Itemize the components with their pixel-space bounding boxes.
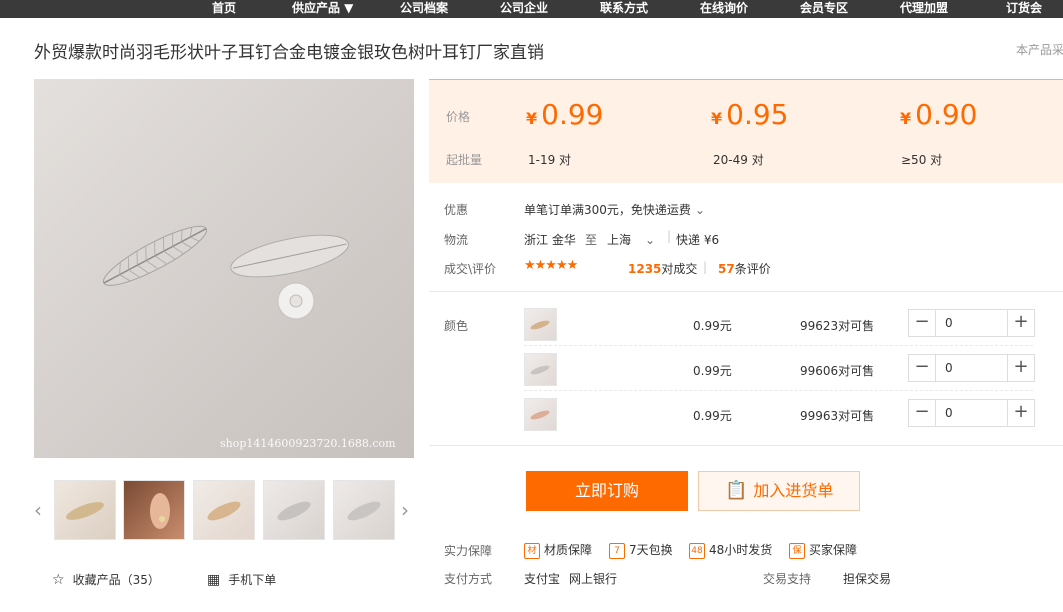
- price-label: 价格: [446, 110, 471, 124]
- guarantee-material: 材材质保障: [524, 541, 592, 559]
- trade-support-value: 担保交易: [843, 572, 892, 586]
- sku-thumbnail[interactable]: [524, 353, 557, 386]
- plus-icon[interactable]: +: [1007, 400, 1034, 426]
- divider: [429, 445, 1063, 446]
- earring-illustration: [102, 225, 349, 320]
- main-product-image[interactable]: shop1414600923720.1688.com: [34, 79, 414, 458]
- nav-agency[interactable]: 代理加盟: [900, 0, 948, 18]
- nav-products[interactable]: 供应产品 ▼: [292, 0, 353, 18]
- trade-support-label: 交易支持: [763, 572, 812, 586]
- destination-select[interactable]: 上海 ⌄: [607, 231, 655, 248]
- price-tier-1: ¥0.99: [526, 98, 604, 131]
- favorite-count: （35）: [120, 573, 160, 587]
- material-icon: 材: [524, 542, 540, 559]
- rating-label: 成交\评价: [444, 262, 497, 276]
- qty-tier-2: 20-49 对: [713, 153, 764, 167]
- min-qty-label: 起批量: [446, 153, 483, 167]
- minus-icon[interactable]: −: [909, 310, 936, 336]
- mobile-order-link[interactable]: ▦ 手机下单: [207, 571, 276, 588]
- guarantee-7day: 7 7天包换: [609, 541, 673, 559]
- quantity-stepper: − 0 +: [908, 399, 1035, 427]
- shipping-48h-icon: 48: [689, 542, 705, 559]
- add-to-cart-button[interactable]: 📋 加入进货单: [698, 471, 860, 511]
- price-panel: 价格 起批量 ¥0.99 1-19 对 ¥0.95 20-49 对 ¥0.90 …: [429, 79, 1063, 183]
- minus-icon[interactable]: −: [909, 400, 936, 426]
- quantity-input[interactable]: 0: [945, 316, 953, 330]
- logistics-label: 物流: [444, 233, 469, 247]
- discount-text[interactable]: 单笔订单满300元，免快递运费 ⌄: [524, 201, 705, 218]
- sku-stock: 99606对可售: [800, 364, 875, 378]
- deals-count-link[interactable]: 1235对成交: [628, 260, 697, 277]
- origin-location: 浙江 金华: [524, 233, 576, 247]
- to-text: 至: [585, 233, 598, 247]
- nav-home[interactable]: 首页: [212, 0, 236, 18]
- separator: |: [703, 260, 708, 274]
- sku-price: 0.99元: [693, 319, 732, 333]
- nav-company-profile[interactable]: 公司档案: [400, 0, 448, 18]
- discount-label: 优惠: [444, 203, 469, 217]
- color-label: 颜色: [444, 319, 469, 333]
- shield-icon: 保: [789, 542, 805, 559]
- favorite-label: 收藏产品: [72, 573, 121, 587]
- thumbnail[interactable]: [333, 480, 395, 540]
- quantity-input[interactable]: 0: [945, 361, 953, 375]
- thumbnail[interactable]: [54, 480, 116, 540]
- payment-online-bank: 网上银行: [569, 572, 618, 586]
- separator: |: [667, 229, 672, 243]
- plus-icon[interactable]: +: [1007, 310, 1034, 336]
- row-separator: [524, 390, 1033, 391]
- sku-stock: 99623对可售: [800, 319, 875, 333]
- divider: [429, 291, 1063, 292]
- sku-thumbnail[interactable]: [524, 398, 557, 431]
- qty-tier-3: ≥50 对: [901, 153, 943, 167]
- price-tier-2: ¥0.95: [711, 98, 789, 131]
- nav-members[interactable]: 会员专区: [800, 0, 848, 18]
- title-side-note: 本产品采: [1016, 43, 1063, 57]
- rating-stars: ★★★★★: [524, 258, 578, 273]
- sku-stock: 99963对可售: [800, 409, 875, 423]
- chevron-down-icon: ⌄: [694, 203, 705, 217]
- guarantee-48h: 48 48小时发货: [689, 541, 772, 559]
- chevron-down-icon: ⌄: [645, 233, 656, 247]
- add-to-cart-label: 加入进货单: [753, 481, 834, 500]
- top-nav-bar: 首页 供应产品 ▼ 公司档案 公司企业 联系方式 在线询价 会员专区 代理加盟 …: [0, 0, 1063, 18]
- quantity-input[interactable]: 0: [945, 406, 953, 420]
- minus-icon[interactable]: −: [909, 355, 936, 381]
- star-outline-icon: ☆: [52, 572, 65, 588]
- thumbnail[interactable]: [123, 480, 185, 540]
- nav-contact[interactable]: 联系方式: [600, 0, 648, 18]
- favorite-product-link[interactable]: ☆ 收藏产品（35）: [52, 571, 160, 588]
- plus-icon[interactable]: +: [1007, 355, 1034, 381]
- mobile-order-label: 手机下单: [228, 573, 277, 587]
- qty-tier-1: 1-19 对: [528, 153, 572, 167]
- qr-code-icon: ▦: [207, 572, 221, 588]
- sku-thumbnail[interactable]: [524, 308, 557, 341]
- guarantee-label: 实力保障: [444, 544, 493, 558]
- sku-price: 0.99元: [693, 409, 732, 423]
- payment-label: 支付方式: [444, 572, 493, 586]
- price-tier-3: ¥0.90: [900, 98, 978, 131]
- payment-alipay: 支付宝: [524, 572, 561, 586]
- product-title: 外贸爆款时尚羽毛形状叶子耳钉合金电镀金银玫色树叶耳钉厂家直销: [34, 43, 544, 63]
- seven-day-icon: 7: [609, 542, 625, 559]
- quantity-stepper: − 0 +: [908, 354, 1035, 382]
- row-separator: [524, 345, 1033, 346]
- express-fee: 快递 ¥6: [676, 233, 720, 247]
- nav-company[interactable]: 公司企业: [500, 0, 548, 18]
- nav-inquiry[interactable]: 在线询价: [700, 0, 748, 18]
- thumbnail[interactable]: [193, 480, 255, 540]
- thumbnail[interactable]: [263, 480, 325, 540]
- guarantee-buyer: 保买家保障: [789, 541, 857, 559]
- reviews-count-link[interactable]: 57条评价: [718, 260, 771, 277]
- quantity-stepper: − 0 +: [908, 309, 1035, 337]
- thumb-prev-icon[interactable]: ‹: [34, 498, 42, 522]
- sku-price: 0.99元: [693, 364, 732, 378]
- thumb-next-icon[interactable]: ›: [401, 498, 409, 522]
- nav-ordering-fair[interactable]: 订货会: [1006, 0, 1042, 18]
- clipboard-icon: 📋: [725, 480, 748, 501]
- image-watermark: shop1414600923720.1688.com: [220, 437, 396, 450]
- buy-now-button[interactable]: 立即订购: [526, 471, 688, 511]
